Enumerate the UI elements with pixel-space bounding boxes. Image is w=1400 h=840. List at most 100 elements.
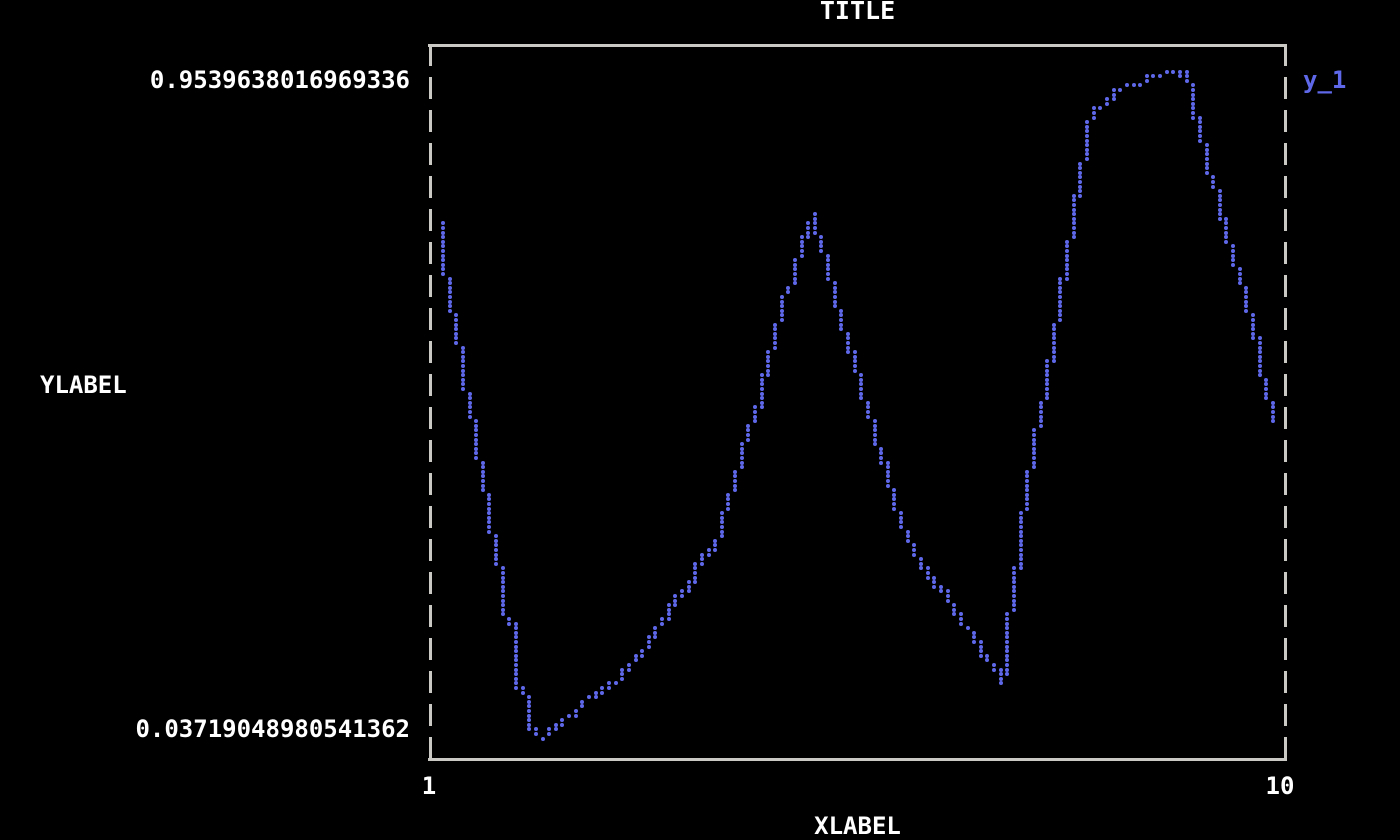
data-point [952, 612, 956, 616]
data-point [892, 488, 896, 492]
data-point [693, 562, 697, 566]
data-point [501, 566, 505, 570]
data-point [693, 566, 697, 570]
data-point [1065, 267, 1069, 271]
data-point [1258, 364, 1262, 368]
data-point [713, 539, 717, 543]
data-point [733, 484, 737, 488]
data-point [740, 461, 744, 465]
data-point [1039, 419, 1043, 423]
data-point [468, 392, 472, 396]
data-point [1258, 341, 1262, 345]
data-point [1198, 125, 1202, 129]
data-point [1224, 231, 1228, 235]
data-point [1058, 318, 1062, 322]
data-point [1025, 507, 1029, 511]
data-point [454, 313, 458, 317]
data-point [667, 608, 671, 612]
data-point [1012, 566, 1016, 570]
data-point [1185, 70, 1189, 74]
data-point [1005, 635, 1009, 639]
data-point [501, 612, 505, 616]
data-point [448, 277, 452, 281]
data-point [474, 419, 478, 423]
data-point [660, 617, 664, 621]
data-point [833, 281, 837, 285]
data-point [879, 456, 883, 460]
data-point [1025, 502, 1029, 506]
data-point [773, 341, 777, 345]
data-point [1092, 111, 1096, 115]
data-point [494, 562, 498, 566]
data-point [481, 484, 485, 488]
data-point [461, 382, 465, 386]
data-point [487, 520, 491, 524]
data-point [1005, 649, 1009, 653]
data-point [1012, 599, 1016, 603]
data-point [1032, 456, 1036, 460]
data-point [1025, 479, 1029, 483]
data-point [514, 677, 518, 681]
data-point [640, 654, 644, 658]
data-point [826, 254, 830, 258]
data-point [580, 704, 584, 708]
data-point [813, 217, 817, 221]
data-point [886, 474, 890, 478]
data-point [1052, 332, 1056, 336]
data-point [972, 635, 976, 639]
data-point [1058, 295, 1062, 299]
data-point [514, 672, 518, 676]
data-point [1032, 451, 1036, 455]
data-point [1092, 116, 1096, 120]
data-point [846, 346, 850, 350]
data-point [527, 723, 531, 727]
data-point [580, 700, 584, 704]
data-point [979, 645, 983, 649]
data-point [1191, 97, 1195, 101]
data-point [740, 447, 744, 451]
plot-canvas [0, 0, 1400, 840]
data-point [946, 599, 950, 603]
data-point [1224, 226, 1228, 230]
data-point [614, 681, 618, 685]
data-point [1264, 392, 1268, 396]
data-point [866, 405, 870, 409]
data-point [1005, 645, 1009, 649]
data-point [454, 336, 458, 340]
data-point [680, 594, 684, 598]
data-point [826, 258, 830, 262]
data-point [1078, 185, 1082, 189]
data-point [587, 695, 591, 699]
data-point [1005, 617, 1009, 621]
data-point [1052, 336, 1056, 340]
data-point [1072, 231, 1076, 235]
data-point [800, 249, 804, 253]
data-point [733, 488, 737, 492]
data-point [521, 686, 525, 690]
data-point [1238, 267, 1242, 271]
data-point [746, 438, 750, 442]
data-point [607, 681, 611, 685]
data-point [952, 603, 956, 607]
data-point [507, 622, 511, 626]
data-point [1112, 97, 1116, 101]
data-point [1012, 571, 1016, 575]
data-point [1105, 102, 1109, 106]
data-point [634, 658, 638, 662]
data-point [873, 428, 877, 432]
data-point [1005, 631, 1009, 635]
data-point [620, 672, 624, 676]
data-point [554, 727, 558, 731]
data-point [1191, 116, 1195, 120]
data-point [733, 470, 737, 474]
data-point [720, 511, 724, 515]
data-point [707, 548, 711, 552]
data-point [1231, 249, 1235, 253]
data-point [939, 589, 943, 593]
data-point [1205, 152, 1209, 156]
data-point [826, 263, 830, 267]
data-point [1072, 212, 1076, 216]
data-point [1078, 175, 1082, 179]
data-point [1251, 313, 1255, 317]
data-point [1052, 355, 1056, 359]
